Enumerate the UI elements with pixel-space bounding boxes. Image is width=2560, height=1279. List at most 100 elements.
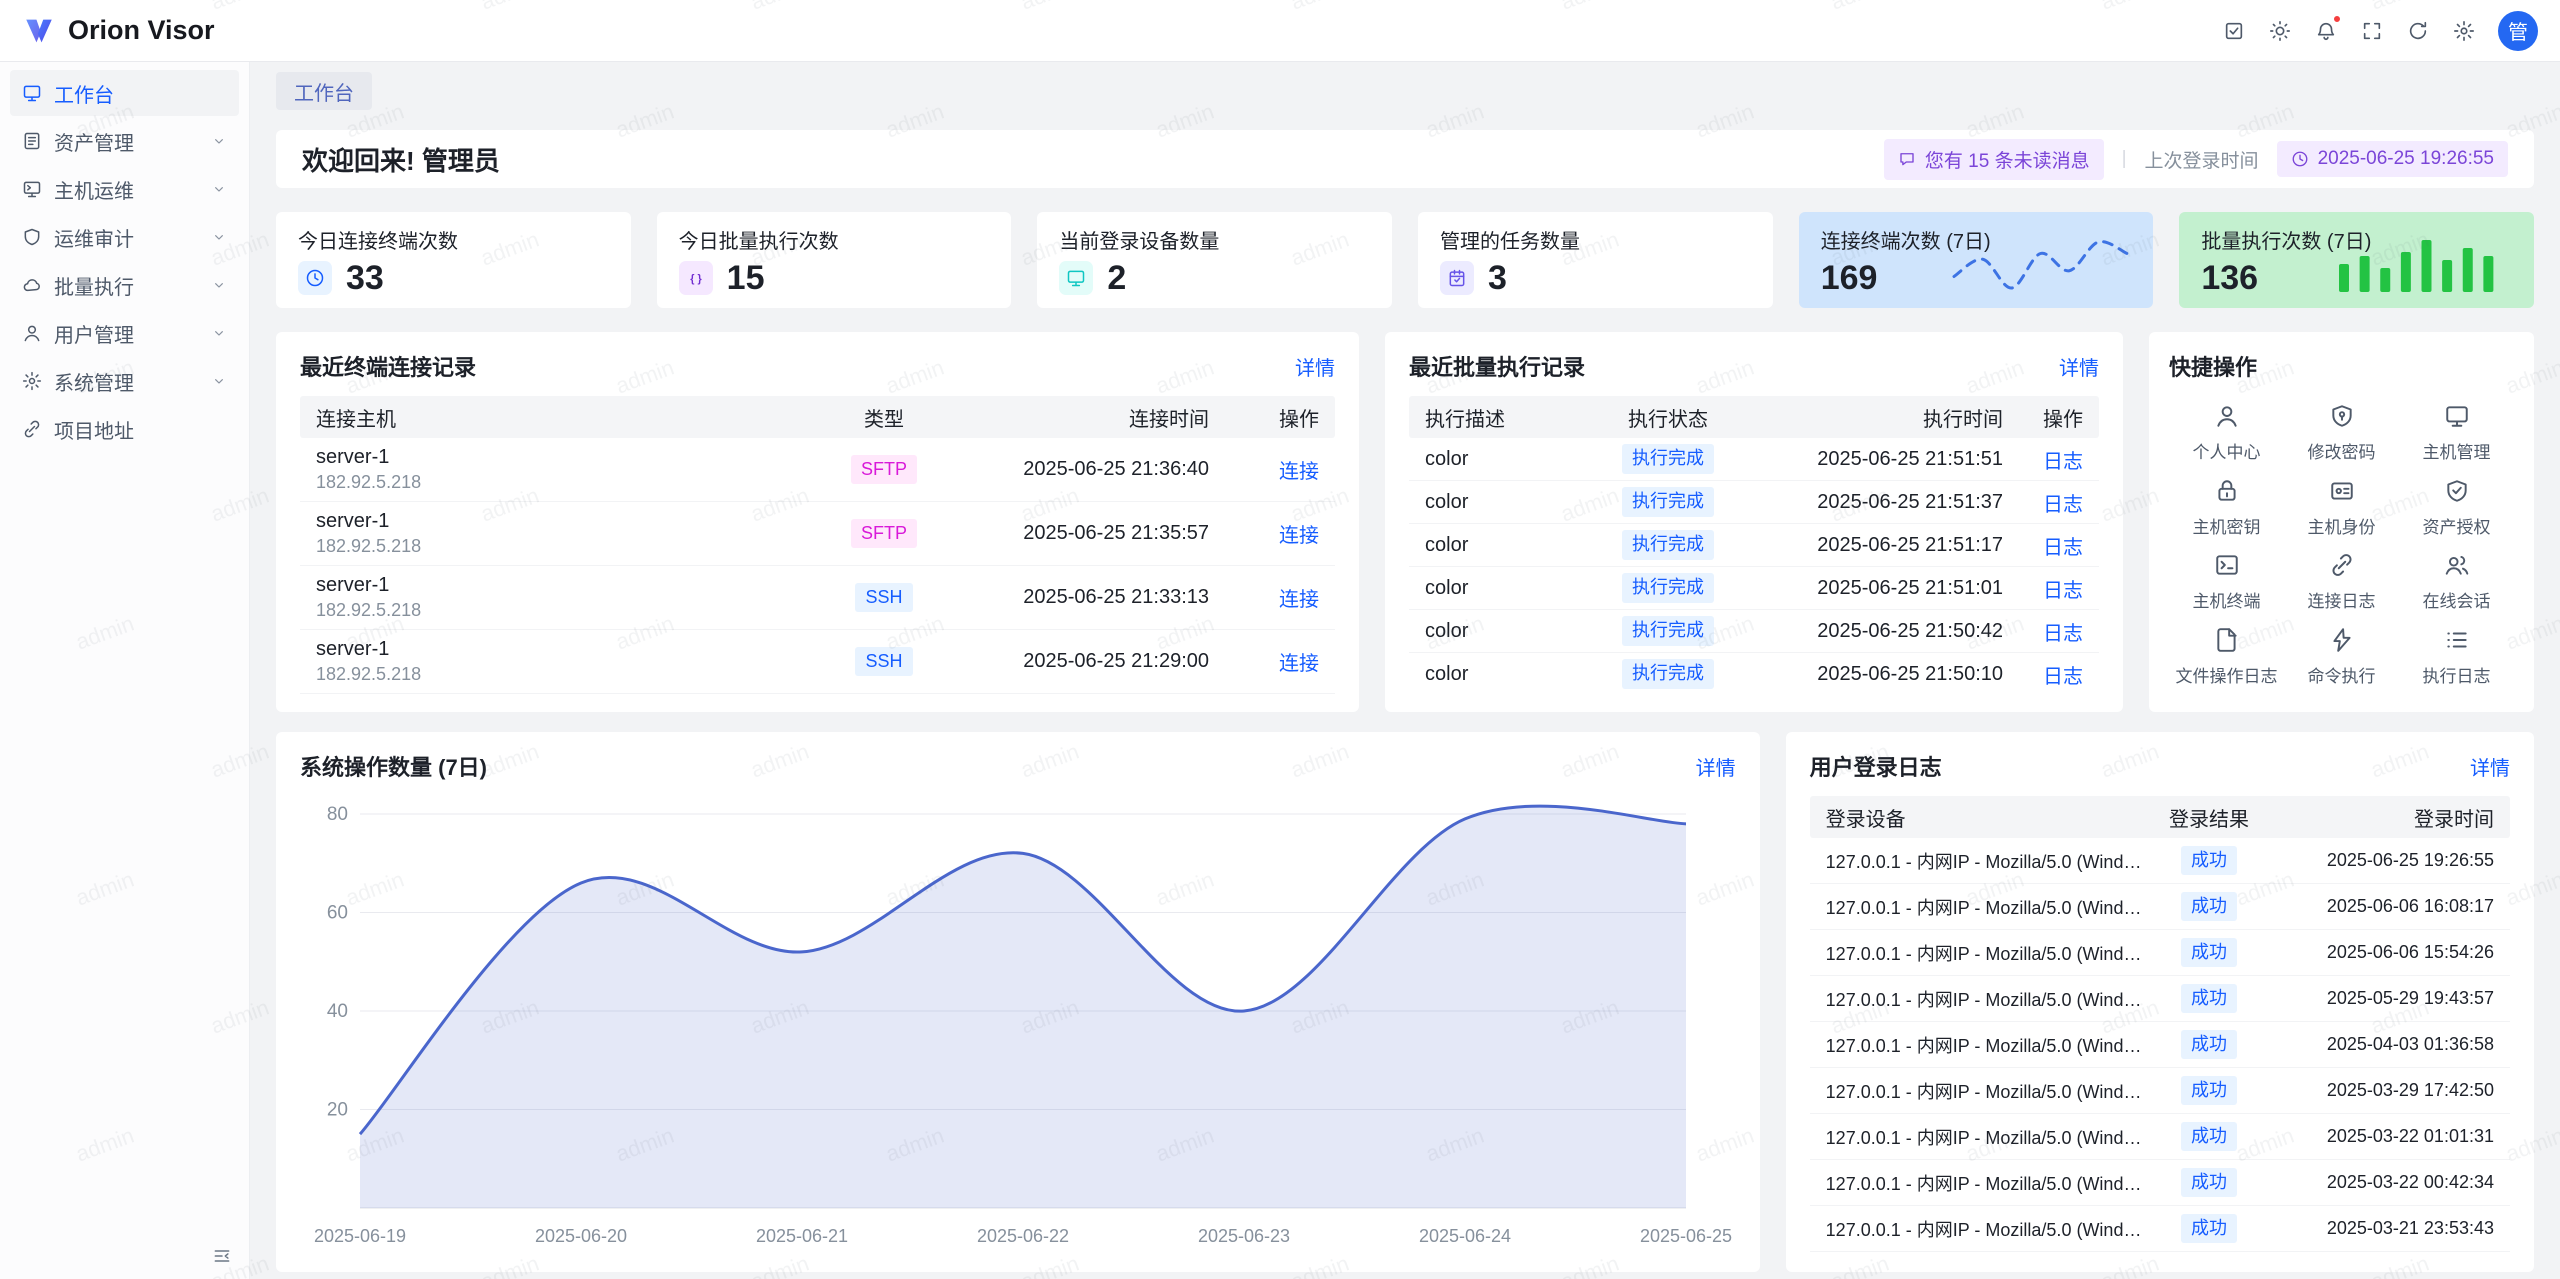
table-row: color执行完成2025-06-25 21:51:51日志 xyxy=(1409,438,2099,481)
table-row: 127.0.0.1 - 内网IP - Mozilla/5.0 (Windows … xyxy=(1810,1160,2510,1206)
quick-action-11[interactable]: 执行日志 xyxy=(2399,620,2514,695)
connect-link[interactable]: 连接 xyxy=(1279,653,1319,675)
id-card-icon xyxy=(2329,478,2355,504)
quick-action-2[interactable]: 主机管理 xyxy=(2399,396,2514,471)
link-icon xyxy=(2329,552,2355,578)
log-link[interactable]: 日志 xyxy=(2043,451,2083,473)
status-badge: 成功 xyxy=(2181,846,2237,875)
brand-logo[interactable]: Orion Visor xyxy=(22,14,215,48)
log-link[interactable]: 日志 xyxy=(2043,494,2083,516)
sidebar-collapse-button[interactable] xyxy=(207,1241,237,1271)
app-title: Orion Visor xyxy=(68,15,215,46)
panel-title: 用户登录日志 xyxy=(1810,750,1942,782)
table-row: 127.0.0.1 - 内网IP - Mozilla/5.0 (Windows … xyxy=(1810,1068,2510,1114)
quick-action-5[interactable]: 资产授权 xyxy=(2399,471,2514,546)
log-link[interactable]: 日志 xyxy=(2043,623,2083,645)
status-badge: 成功 xyxy=(2181,938,2237,967)
connect-link[interactable]: 连接 xyxy=(1279,525,1319,547)
connect-link[interactable]: 连接 xyxy=(1279,589,1319,611)
sidebar-item-6[interactable]: 系统管理 xyxy=(10,358,239,404)
chart-detail-link[interactable]: 详情 xyxy=(1696,752,1736,781)
protocol-tag: SFTP xyxy=(851,519,917,548)
divider: | xyxy=(2122,148,2127,170)
link-icon xyxy=(22,419,42,439)
panel-title: 快捷操作 xyxy=(2169,350,2257,382)
terminal-records-detail-link[interactable]: 详情 xyxy=(1295,352,1335,381)
table-row: server-1182.92.5.218SSH2025-06-25 21:29:… xyxy=(300,630,1335,694)
table-row: color执行完成2025-06-25 21:51:37日志 xyxy=(1409,481,2099,524)
batch-records-detail-link[interactable]: 详情 xyxy=(2059,352,2099,381)
host-ops-icon xyxy=(22,179,42,199)
batch-records-panel: 最近批量执行记录 详情 执行描述 执行状态 执行时间 操作 color执行完成2… xyxy=(1385,332,2123,712)
status-badge: 成功 xyxy=(2181,892,2237,921)
sidebar-menu: 工作台资产管理主机运维运维审计批量执行用户管理系统管理项目地址 xyxy=(0,68,249,1233)
workbench-icon xyxy=(22,83,42,103)
system-icon xyxy=(22,371,42,391)
table-row: 127.0.0.1 - 内网IP - Mozilla/5.0 (Windows … xyxy=(1810,1022,2510,1068)
svg-text:{ }: { } xyxy=(690,273,702,285)
terminal-sparkline xyxy=(1948,234,2133,296)
quick-action-0[interactable]: 个人中心 xyxy=(2169,396,2284,471)
avatar[interactable]: 管 xyxy=(2498,11,2538,51)
gear-icon xyxy=(2453,20,2475,42)
quick-action-10[interactable]: 命令执行 xyxy=(2284,620,2399,695)
person-icon xyxy=(2214,403,2240,429)
status-badge: 成功 xyxy=(2181,1030,2237,1059)
settings-button[interactable] xyxy=(2444,11,2484,51)
sidebar-item-4[interactable]: 批量执行 xyxy=(10,262,239,308)
chevron-down-icon xyxy=(211,181,227,197)
panel-title: 系统操作数量 (7日) xyxy=(300,750,487,782)
fullscreen-button[interactable] xyxy=(2352,11,2392,51)
sidebar-item-0[interactable]: 工作台 xyxy=(10,70,239,116)
log-link[interactable]: 日志 xyxy=(2043,580,2083,602)
refresh-button[interactable] xyxy=(2398,11,2438,51)
notifications-button[interactable] xyxy=(2306,11,2346,51)
unread-messages-badge[interactable]: 您有 15 条未读消息 xyxy=(1884,139,2104,180)
log-link[interactable]: 日志 xyxy=(2043,666,2083,688)
monitor-icon xyxy=(2444,403,2470,429)
quick-action-4[interactable]: 主机身份 xyxy=(2284,471,2399,546)
terminal-icon xyxy=(2214,552,2240,578)
quick-action-9[interactable]: 文件操作日志 xyxy=(2169,620,2284,695)
sidebar-item-5[interactable]: 用户管理 xyxy=(10,310,239,356)
quick-action-1[interactable]: 修改密码 xyxy=(2284,396,2399,471)
sidebar-item-3[interactable]: 运维审计 xyxy=(10,214,239,260)
status-badge: 执行完成 xyxy=(1622,487,1714,516)
table-row: color执行完成2025-06-25 21:50:42日志 xyxy=(1409,610,2099,653)
quick-action-3[interactable]: 主机密钥 xyxy=(2169,471,2284,546)
svg-text:2025-06-24: 2025-06-24 xyxy=(1419,1226,1511,1246)
batch-table-body: color执行完成2025-06-25 21:51:51日志color执行完成2… xyxy=(1409,438,2099,694)
sidebar-footer xyxy=(0,1233,249,1279)
sidebar: 工作台资产管理主机运维运维审计批量执行用户管理系统管理项目地址 xyxy=(0,62,250,1279)
breadcrumb-item-workbench[interactable]: 工作台 xyxy=(276,72,372,110)
sidebar-item-1[interactable]: 资产管理 xyxy=(10,118,239,164)
table-row: 127.0.0.1 - 内网IP - Mozilla/5.0 (Windows … xyxy=(1810,1206,2510,1252)
quick-action-7[interactable]: 连接日志 xyxy=(2284,545,2399,620)
table-header: 登录设备 登录结果 登录时间 xyxy=(1810,796,2510,838)
log-link[interactable]: 日志 xyxy=(2043,537,2083,559)
chevron-down-icon xyxy=(211,133,227,149)
svg-text:2025-06-21: 2025-06-21 xyxy=(756,1226,848,1246)
message-icon xyxy=(1898,150,1916,168)
braces-icon: { } xyxy=(679,261,713,295)
login-logs-detail-link[interactable]: 详情 xyxy=(2470,752,2510,781)
quick-action-6[interactable]: 主机终端 xyxy=(2169,545,2284,620)
status-badge: 执行完成 xyxy=(1622,573,1714,602)
top-header: Orion Visor 管 xyxy=(0,0,2560,62)
list-icon xyxy=(2444,627,2470,653)
welcome-banner: 欢迎回来! 管理员 您有 15 条未读消息 | 上次登录时间 2025-06-2… xyxy=(276,130,2534,188)
status-badge: 执行完成 xyxy=(1622,444,1714,473)
table-row: 127.0.0.1 - 内网IP - Mozilla/5.0 (Windows … xyxy=(1810,930,2510,976)
check-square-button[interactable] xyxy=(2214,11,2254,51)
table-row: 127.0.0.1 - 内网IP - Mozilla/5.0 (Windows … xyxy=(1810,884,2510,930)
system-operations-chart: 204060802025-06-192025-06-202025-06-2120… xyxy=(300,796,1736,1254)
connect-link[interactable]: 连接 xyxy=(1279,461,1319,483)
sidebar-item-7[interactable]: 项目地址 xyxy=(10,406,239,452)
sidebar-item-2[interactable]: 主机运维 xyxy=(10,166,239,212)
batch-icon xyxy=(22,275,42,295)
svg-text:2025-06-20: 2025-06-20 xyxy=(535,1226,627,1246)
quick-action-8[interactable]: 在线会话 xyxy=(2399,545,2514,620)
theme-toggle-button[interactable] xyxy=(2260,11,2300,51)
chevron-down-icon xyxy=(211,277,227,293)
clock-icon xyxy=(298,261,332,295)
